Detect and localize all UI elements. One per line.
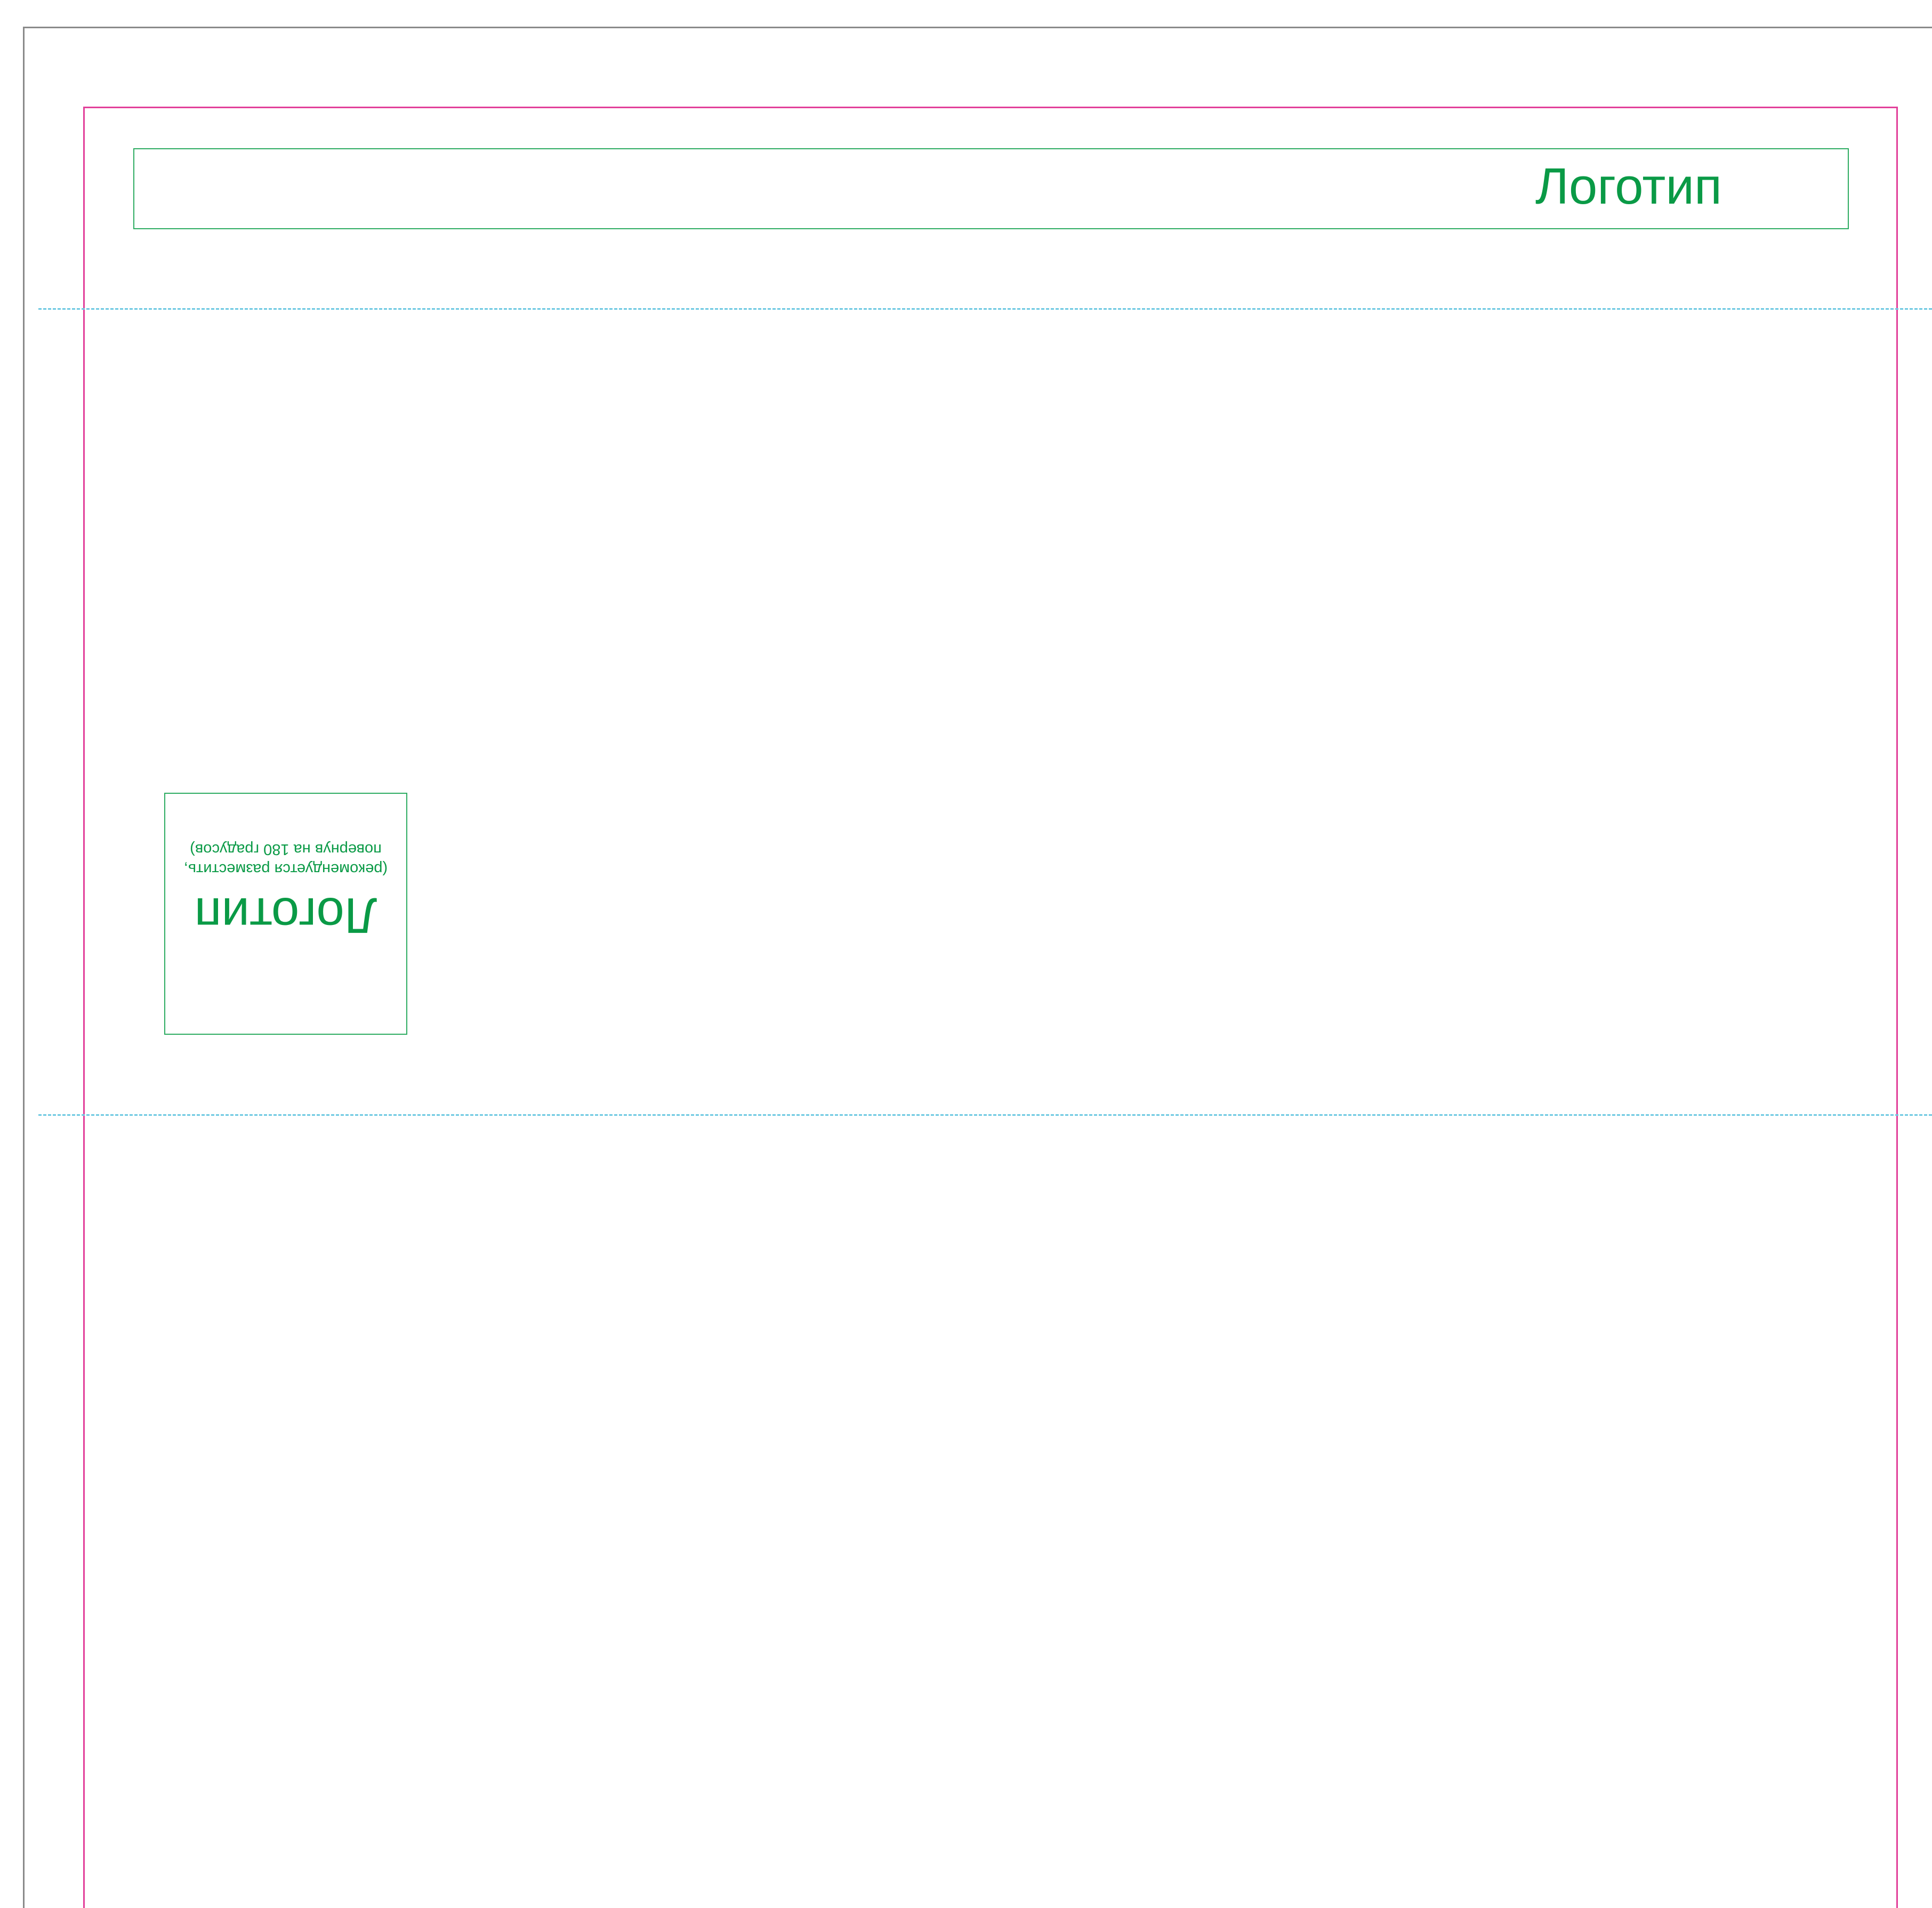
print-template-page: Логотип Логотип (рекомендуется разместит… [0,0,1932,1908]
bleed-line-left [83,107,85,1908]
side-logo-note: (рекомендуется разместить, повернув на 1… [184,839,388,879]
side-logo-note-line-2: повернув на 180 градусов) [190,840,382,858]
fold-line-upper [38,308,1932,310]
bleed-line-top [83,107,1898,108]
side-logo-placeholder: Логотип (рекомендуется разместить, повер… [164,793,407,1035]
fold-line-lower [38,1114,1932,1116]
header-logo-label: Логотип [1535,158,1722,215]
header-logo-placeholder: Логотип [133,148,1849,229]
side-logo-label: Логотип [194,888,377,944]
side-logo-note-line-1: (рекомендуется разместить, [183,860,388,877]
bleed-line-right [1896,107,1898,1908]
side-logo-rotated-content: Логотип (рекомендуется разместить, повер… [165,794,406,1034]
